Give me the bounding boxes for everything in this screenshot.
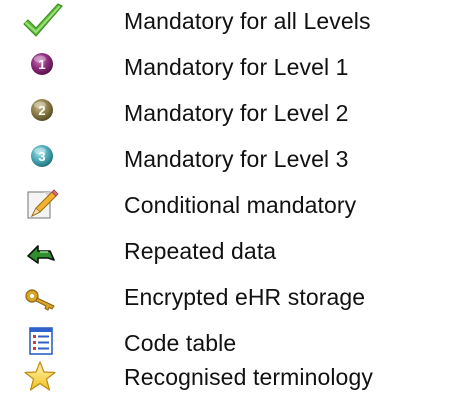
legend-row-all-levels: Mandatory for all Levels — [0, 2, 464, 46]
legend-row-level-2: 2 Mandatory for Level 2 — [0, 94, 464, 138]
level-3-badge-icon: 3 — [14, 140, 70, 180]
legend-label-repeated: Repeated data — [124, 238, 277, 264]
green-checkmark-icon — [14, 2, 70, 42]
legend-label-terminology: Recognised terminology — [124, 364, 373, 390]
legend-row-encrypted: Encrypted eHR storage — [0, 278, 464, 322]
legend-label-encrypted: Encrypted eHR storage — [124, 284, 366, 310]
legend-label-level-3: Mandatory for Level 3 — [124, 146, 349, 172]
edit-pencil-icon — [14, 186, 70, 226]
legend-row-repeated: Repeated data — [0, 232, 464, 276]
repeat-arrow-icon — [14, 232, 70, 272]
level-1-badge-number: 1 — [38, 57, 45, 72]
legend-row-terminology: Recognised terminology — [0, 358, 464, 402]
legend-label-conditional: Conditional mandatory — [124, 192, 357, 218]
level-3-badge-number: 3 — [38, 149, 45, 164]
legend-label-level-1: Mandatory for Level 1 — [124, 54, 349, 80]
key-icon — [14, 278, 70, 318]
level-2-badge-number: 2 — [38, 103, 45, 118]
legend-label-all-levels: Mandatory for all Levels — [124, 8, 371, 34]
legend-label-level-2: Mandatory for Level 2 — [124, 100, 349, 126]
level-2-badge-icon: 2 — [14, 94, 70, 134]
legend-panel: Mandatory for all Levels 1 Mandatory for… — [0, 0, 464, 400]
legend-row-conditional: Conditional mandatory — [0, 186, 464, 230]
legend-row-level-1: 1 Mandatory for Level 1 — [0, 48, 464, 92]
star-icon — [14, 358, 70, 398]
legend-label-code-table: Code table — [124, 330, 237, 356]
level-1-badge-icon: 1 — [14, 48, 70, 88]
legend-row-level-3: 3 Mandatory for Level 3 — [0, 140, 464, 184]
